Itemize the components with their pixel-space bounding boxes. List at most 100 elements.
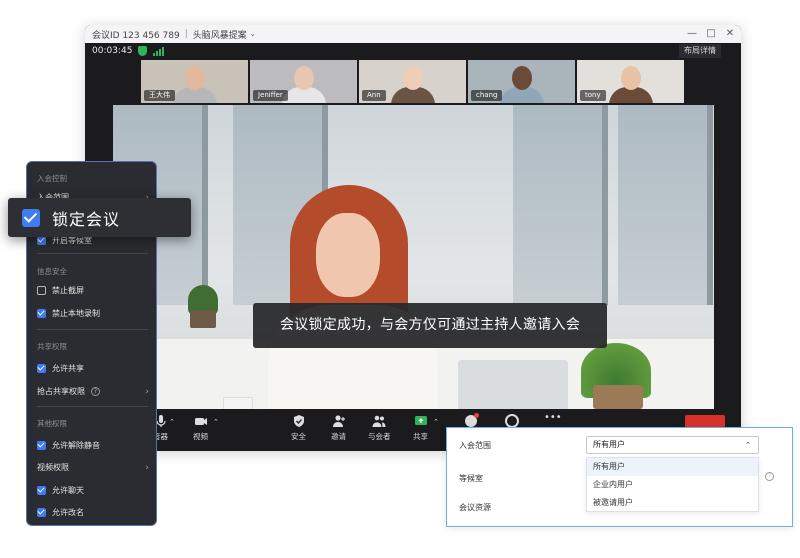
notification-dot [474,413,479,418]
video-button[interactable]: 视频 [193,414,208,442]
option-all-users[interactable]: 所有用户 [587,458,758,476]
pot-right [593,385,643,409]
participant-thumbnail[interactable]: 王大伟 [141,60,248,103]
participant-name: tony [580,90,606,101]
participant-name: 王大伟 [144,90,175,101]
meeting-resource-label: 会议资源 [459,503,491,512]
forbid-screenshot-item[interactable]: 禁止截屏 [37,285,149,296]
chevron-right-icon: › [145,462,149,473]
section-other-permission: 其他权限 [37,419,67,428]
more-icon[interactable]: ••• [544,412,562,423]
chevron-up-icon: ⌃ [745,441,751,449]
add-user-icon [332,415,345,427]
lock-meeting-checkbox[interactable] [22,208,40,227]
help-icon[interactable]: ? [91,387,100,396]
laptop [458,360,568,409]
preempt-share-item[interactable]: 抢占共享权限 ? › [37,386,149,397]
share-screen-icon [414,416,427,425]
pot-left [190,310,216,328]
allow-unmute-checkbox[interactable] [37,441,46,450]
join-range-select[interactable]: 所有用户 ⌃ [586,436,759,454]
lock-success-toast: 会议锁定成功，与会方仅可通过主持人邀请入会 [253,303,607,348]
allow-rename-item[interactable]: 允许改名 [37,507,149,518]
participant-thumbnail[interactable]: Jeniffer [250,60,357,103]
video-permission-item[interactable]: 视频权限 › [37,462,149,473]
participant-thumbnail[interactable]: chang [468,60,575,103]
shield-icon [293,415,304,427]
participant-thumbnails: 王大伟 Jeniffer Ann chang tony [141,60,684,103]
window-pane [618,105,713,305]
meeting-window: 会议ID 123 456 789 | 头脑风暴提案 ⌄ — □ ✕ 00:03:… [85,25,741,451]
allow-chat-item[interactable]: 允许聊天 [37,485,149,496]
allow-share-item[interactable]: 允许共享 [37,363,149,374]
option-invited-users[interactable]: 被邀请用户 [587,494,758,512]
help-icon[interactable]: ? [765,472,774,481]
participant-face [294,66,314,90]
participant-thumbnail[interactable]: tony [577,60,684,103]
allow-unmute-item[interactable]: 允许解除静音 [37,440,149,451]
divider [37,406,148,407]
video-permission-label: 视频权限 [37,463,69,472]
security-label: 安全 [291,432,306,441]
participant-face [185,66,205,90]
layout-button[interactable]: 布局详情 [679,44,721,58]
video-options-chevron-icon[interactable]: ⌃ [213,418,219,426]
title-separator: | [184,29,188,39]
allow-rename-label: 允许改名 [52,508,84,517]
security-button[interactable]: 安全 [291,414,306,442]
allow-rename-checkbox[interactable] [37,508,46,517]
forbid-record-item[interactable]: 禁止本地录制 [37,308,149,319]
option-enterprise-users[interactable]: 企业内用户 [587,476,758,494]
meeting-status: 00:03:45 [92,46,165,56]
join-range-selected: 所有用户 [593,440,625,449]
forbid-record-checkbox[interactable] [37,309,46,318]
section-join-control: 入会控制 [37,174,67,183]
title-bar: 会议ID 123 456 789 | 头脑风暴提案 ⌄ — □ ✕ [85,25,741,43]
encryption-shield-icon[interactable] [138,46,148,56]
meeting-id: 会议ID 123 456 789 [92,30,180,41]
minimize-icon[interactable]: — [687,27,697,41]
waiting-room-label: 等候室 [459,474,483,483]
join-range-label: 入会范围 [459,441,491,450]
participant-face [512,66,532,90]
allow-share-checkbox[interactable] [37,364,46,373]
camera-icon [194,418,207,425]
participant-thumbnail[interactable]: Ann [359,60,466,103]
record-icon[interactable] [505,414,519,428]
participants-icon [372,415,386,427]
chevron-down-icon[interactable]: ⌄ [250,30,256,38]
participants-button[interactable]: 与会者 [368,414,391,442]
speaker-face [316,213,380,297]
cup [223,397,253,409]
video-label: 视频 [193,432,208,441]
participant-face [403,66,423,90]
allow-share-label: 允许共享 [52,364,84,373]
window-controls: — □ ✕ [687,27,735,41]
signal-icon[interactable] [153,46,165,56]
close-icon[interactable]: ✕ [725,27,735,41]
forbid-screenshot-checkbox[interactable] [37,286,46,295]
join-settings-dialog: 入会范围 等候室 会议资源 所有用户 ⌃ 所有用户 企业内用户 被邀请用户 ? [446,427,793,527]
chevron-right-icon: › [145,386,149,397]
waiting-room-checkbox[interactable] [37,236,46,245]
window-pane [513,105,608,305]
participant-face [621,66,641,90]
forbid-record-label: 禁止本地录制 [52,309,100,318]
divider [37,253,148,254]
lock-meeting-item[interactable]: 锁定会议 [8,198,191,237]
allow-chat-checkbox[interactable] [37,486,46,495]
invite-button[interactable]: 邀请 [331,414,346,442]
meeting-topic[interactable]: 头脑风暴提案 [193,28,247,41]
allow-unmute-label: 允许解除静音 [52,441,100,450]
share-button[interactable]: 共享 [413,414,428,442]
participant-name: Jeniffer [253,90,288,101]
section-info-security: 信息安全 [37,267,67,276]
invite-label: 邀请 [331,432,346,441]
audio-options-chevron-icon[interactable]: ⌃ [169,418,175,426]
preempt-share-label: 抢占共享权限 [37,387,85,396]
divider [37,329,148,330]
meeting-timer: 00:03:45 [92,46,133,56]
forbid-screenshot-label: 禁止截屏 [52,286,84,295]
maximize-icon[interactable]: □ [706,27,716,41]
share-options-chevron-icon[interactable]: ⌃ [433,418,439,426]
